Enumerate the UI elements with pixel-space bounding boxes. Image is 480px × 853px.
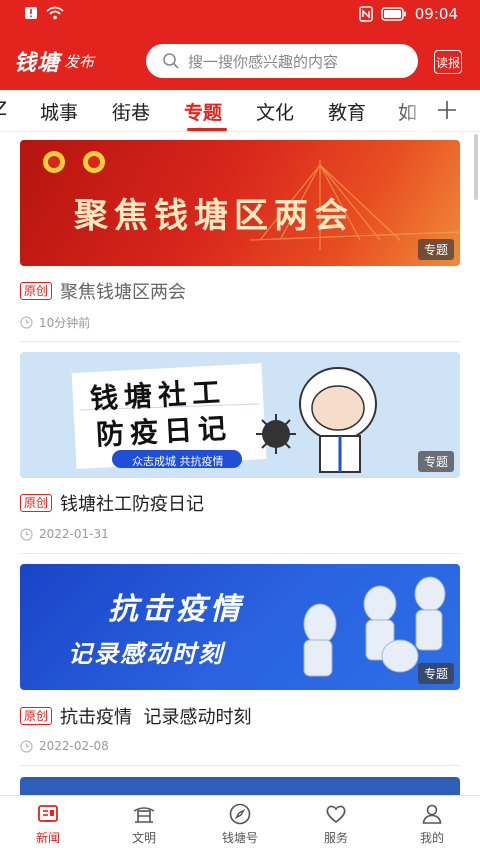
clock-icon <box>20 739 33 753</box>
tab-partial-left[interactable]: Z <box>0 98 7 120</box>
status-time: 09:04 <box>414 5 458 23</box>
active-tab-indicator <box>187 128 227 131</box>
scrollbar-thumb[interactable] <box>474 134 478 200</box>
topic-tag: 专题 <box>417 663 454 684</box>
banner-line-2: 记录感动时刻 <box>68 640 224 668</box>
status-bar: 09:04 <box>0 0 480 30</box>
nav-qiantang-hao-label: 钱塘号 <box>221 831 258 845</box>
original-badge: 原创 <box>20 707 53 725</box>
app-header: 09:04 钱塘 发布 搜一搜你感兴趣的内容 读报 <box>0 0 480 90</box>
original-badge: 原创 <box>20 282 53 300</box>
card-banner-fight-epidemic[interactable]: 抗击疫情 记录感动时刻 专题 <box>20 564 460 690</box>
heart-icon <box>326 805 346 824</box>
battery-icon <box>381 7 407 21</box>
tab-topics[interactable]: 专题 <box>184 98 222 125</box>
nav-services[interactable]: 服务 <box>288 802 384 846</box>
card-divider <box>20 341 460 342</box>
alert-icon <box>24 6 38 20</box>
plus-icon <box>438 101 456 119</box>
card-meta: 10分钟前 <box>20 314 90 331</box>
card-title-row[interactable]: 原创 聚焦钱塘区两会 <box>20 279 186 303</box>
clock-icon <box>20 527 33 541</box>
card-banner-next[interactable] <box>20 777 460 795</box>
card-meta: 2022-01-31 <box>20 527 109 541</box>
nav-mine[interactable]: 我的 <box>384 802 480 846</box>
banner-pill: 众志成城 共抗疫情 <box>132 455 224 468</box>
card-title: 抗击疫情 记录感动时刻 <box>60 707 252 728</box>
tabs-fade <box>392 90 432 132</box>
nav-news[interactable]: 新闻 <box>0 802 96 846</box>
app-bar: 钱塘 发布 搜一搜你感兴趣的内容 读报 <box>0 36 480 86</box>
news-icon <box>38 805 58 822</box>
wifi-icon <box>46 6 64 20</box>
logo-sub-text: 发布 <box>64 52 95 71</box>
nav-qiantang-hao[interactable]: 钱塘号 <box>192 802 288 846</box>
card-title: 钱塘社工防疫日记 <box>60 494 205 515</box>
search-placeholder: 搜一搜你感兴趣的内容 <box>188 52 339 71</box>
nav-civilization[interactable]: 文明 <box>96 802 192 846</box>
card-time: 2022-02-08 <box>39 739 109 753</box>
topic-tag: 专题 <box>417 451 454 472</box>
card-title-row[interactable]: 原创 钱塘社工防疫日记 <box>20 491 204 515</box>
banner-title: 聚焦钱塘区两会 <box>74 196 354 236</box>
bottom-nav: 新闻 文明 钱塘号 服务 我的 <box>0 795 480 853</box>
tab-education[interactable]: 教育 <box>328 98 366 125</box>
card-time: 2022-01-31 <box>39 527 109 541</box>
banner-line-2: 防疫日记 <box>95 411 233 452</box>
card-divider <box>20 553 460 554</box>
person-icon <box>422 804 442 824</box>
original-badge: 原创 <box>20 494 53 512</box>
logo-main-text: 钱塘 <box>14 50 61 76</box>
nav-mine-label: 我的 <box>419 831 444 845</box>
app-logo: 钱塘 发布 <box>14 44 114 78</box>
diary-illustration <box>20 352 460 478</box>
nav-services-label: 服务 <box>323 831 348 845</box>
card-banner-two-sessions[interactable]: 聚焦钱塘区两会 专题 <box>20 140 460 266</box>
pavilion-icon <box>133 807 155 823</box>
card-time: 10分钟前 <box>39 316 91 330</box>
add-channel-button[interactable] <box>432 94 462 126</box>
card-divider <box>20 765 460 766</box>
clock-icon <box>20 316 33 329</box>
card-title-row[interactable]: 原创 抗击疫情 记录感动时刻 <box>20 704 251 728</box>
topic-tag: 专题 <box>417 239 454 260</box>
card-title: 聚焦钱塘区两会 <box>60 282 187 303</box>
search-input[interactable]: 搜一搜你感兴趣的内容 <box>146 44 418 78</box>
read-paper-button[interactable]: 读报 <box>434 50 462 74</box>
tab-city[interactable]: 城事 <box>40 98 78 125</box>
banner-line-1: 抗击疫情 <box>108 592 244 627</box>
compass-icon <box>229 803 251 825</box>
nav-news-label: 新闻 <box>35 831 60 845</box>
tab-culture[interactable]: 文化 <box>256 98 294 125</box>
nav-civilization-label: 文明 <box>131 831 156 845</box>
search-icon <box>162 52 188 70</box>
nfc-icon <box>359 6 373 22</box>
card-banner-social-workers[interactable]: 钱塘社工 防疫日记 众志成城 共抗疫情 专题 <box>20 352 460 478</box>
tab-street[interactable]: 街巷 <box>112 98 150 125</box>
card-meta: 2022-02-08 <box>20 739 109 753</box>
